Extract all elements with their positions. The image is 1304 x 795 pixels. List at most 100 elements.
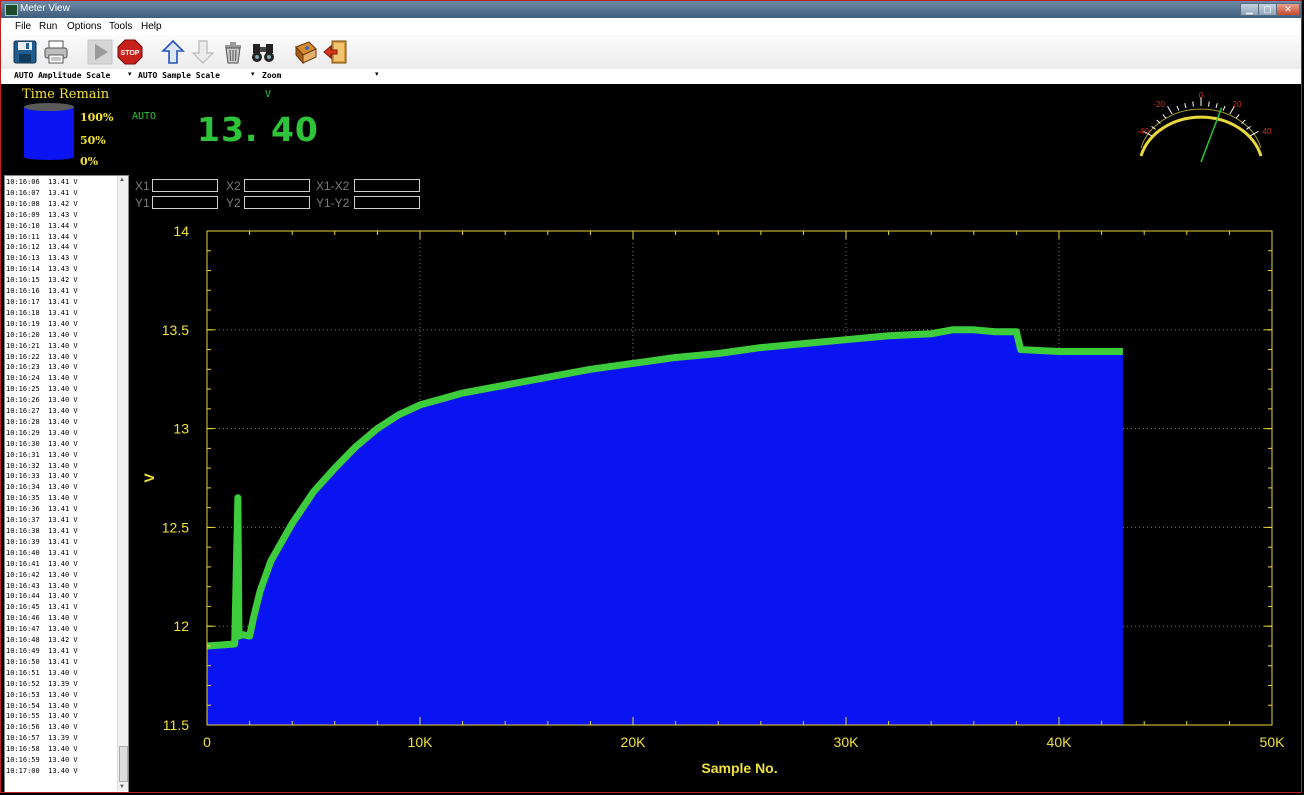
binoculars-button[interactable] xyxy=(250,39,276,65)
log-row[interactable]: 10:16:11 13.44 V xyxy=(6,232,118,243)
sample-scale-select[interactable]: AUTO Sample Scale xyxy=(138,71,220,80)
log-row[interactable]: 10:16:15 13.42 V xyxy=(6,275,118,286)
log-row[interactable]: 10:16:09 13.43 V xyxy=(6,210,118,221)
log-row[interactable]: 10:16:47 13.40 V xyxy=(6,624,118,635)
minimize-button[interactable]: ▁ xyxy=(1240,3,1259,16)
reading-log-list: 10:16:06 13.41 V 10:16:07 13.41 V 10:16:08… xyxy=(6,177,118,777)
log-row[interactable]: 10:16:29 13.40 V xyxy=(6,428,118,439)
log-row[interactable]: 10:16:50 13.41 V xyxy=(6,657,118,668)
maximize-button[interactable]: ▢ xyxy=(1258,3,1277,16)
cursor-dx-field[interactable] xyxy=(354,179,420,192)
log-row[interactable]: 10:17:00 13.40 V xyxy=(6,766,118,777)
log-row[interactable]: 10:16:13 13.43 V xyxy=(6,253,118,264)
log-row[interactable]: 10:16:24 13.40 V xyxy=(6,373,118,384)
log-row[interactable]: 10:16:23 13.40 V xyxy=(6,362,118,373)
voltage-chart[interactable]: 11.5 12 12.5 13 13.5 14 0 10K 20K 30K 40K 50K Sample… xyxy=(127,213,1297,783)
log-row[interactable]: 10:16:48 13.42 V xyxy=(6,635,118,646)
print-button[interactable] xyxy=(43,39,69,65)
x-tick-label: 50K xyxy=(1260,734,1286,750)
cursor-y2-field[interactable] xyxy=(244,196,310,209)
trash-button[interactable] xyxy=(220,39,246,65)
log-row[interactable]: 10:16:35 13.40 V xyxy=(6,493,118,504)
arrow-down-button[interactable] xyxy=(190,39,216,65)
scroll-up-icon[interactable]: ▲ xyxy=(119,177,125,183)
log-row[interactable]: 10:16:55 13.40 V xyxy=(6,711,118,722)
save-button[interactable] xyxy=(12,39,38,65)
log-row[interactable]: 10:16:21 13.40 V xyxy=(6,341,118,352)
cursor-y1-label: Y1 xyxy=(135,196,150,210)
log-row[interactable]: 10:16:39 13.41 V xyxy=(6,537,118,548)
log-row[interactable]: 10:16:25 13.40 V xyxy=(6,384,118,395)
menu-file[interactable]: File xyxy=(15,21,31,32)
log-row[interactable]: 10:16:17 13.41 V xyxy=(6,297,118,308)
log-row[interactable]: 10:16:49 13.41 V xyxy=(6,646,118,657)
menu-tools[interactable]: Tools xyxy=(109,21,132,32)
log-row[interactable]: 10:16:16 13.41 V xyxy=(6,286,118,297)
gauge-tick--40: -40 xyxy=(1137,127,1149,136)
log-row[interactable]: 10:16:44 13.40 V xyxy=(6,591,118,602)
log-row[interactable]: 10:16:59 13.40 V xyxy=(6,755,118,766)
reading-log[interactable]: 10:16:06 13.41 V 10:16:07 13.41 V 10:16:08… xyxy=(4,175,129,792)
log-row[interactable]: 10:16:27 13.40 V xyxy=(6,406,118,417)
arrow-up-button[interactable] xyxy=(160,39,186,65)
log-row[interactable]: 10:16:20 13.40 V xyxy=(6,330,118,341)
log-row[interactable]: 10:16:18 13.41 V xyxy=(6,308,118,319)
gauge-tick-mark xyxy=(1162,114,1167,119)
menu-options[interactable]: Options xyxy=(67,21,101,32)
gauge-tick-mark xyxy=(1208,101,1210,107)
close-button[interactable]: ✕ xyxy=(1276,3,1300,16)
log-row[interactable]: 10:16:54 13.40 V xyxy=(6,701,118,712)
log-row[interactable]: 10:16:53 13.40 V xyxy=(6,690,118,701)
log-row[interactable]: 10:16:31 13.40 V xyxy=(6,450,118,461)
log-row[interactable]: 10:16:30 13.40 V xyxy=(6,439,118,450)
log-row[interactable]: 10:16:58 13.40 V xyxy=(6,744,118,755)
toolbar: STOP xyxy=(1,35,1301,70)
log-row[interactable]: 10:16:45 13.41 V xyxy=(6,602,118,613)
zoom-dropdown-icon[interactable]: ▾ xyxy=(375,70,379,78)
log-row[interactable]: 10:16:06 13.41 V xyxy=(6,177,118,188)
log-row[interactable]: 10:16:41 13.40 V xyxy=(6,559,118,570)
log-row[interactable]: 10:16:19 13.40 V xyxy=(6,319,118,330)
amplitude-scale-dropdown-icon[interactable]: ▾ xyxy=(128,70,132,78)
log-row[interactable]: 10:16:08 13.42 V xyxy=(6,199,118,210)
log-row[interactable]: 10:16:33 13.40 V xyxy=(6,471,118,482)
log-row[interactable]: 10:16:51 13.40 V xyxy=(6,668,118,679)
log-row[interactable]: 10:16:34 13.40 V xyxy=(6,482,118,493)
log-row[interactable]: 10:16:43 13.40 V xyxy=(6,581,118,592)
log-row[interactable]: 10:16:36 13.41 V xyxy=(6,504,118,515)
y-tick-label: 12.5 xyxy=(162,519,189,535)
log-row[interactable]: 10:16:14 13.43 V xyxy=(6,264,118,275)
amplitude-scale-select[interactable]: AUTO Amplitude Scale xyxy=(14,71,110,80)
menu-help[interactable]: Help xyxy=(141,21,162,32)
log-row[interactable]: 10:16:26 13.40 V xyxy=(6,395,118,406)
log-row[interactable]: 10:16:12 13.44 V xyxy=(6,242,118,253)
gauge-tick-0: 0 xyxy=(1199,91,1204,100)
log-row[interactable]: 10:16:52 13.39 V xyxy=(6,679,118,690)
y-axis-label: V xyxy=(141,473,157,483)
log-row[interactable]: 10:16:22 13.40 V xyxy=(6,352,118,363)
log-row[interactable]: 10:16:42 13.40 V xyxy=(6,570,118,581)
exit-button[interactable] xyxy=(322,39,348,65)
log-row[interactable]: 10:16:56 13.40 V xyxy=(6,722,118,733)
book-button[interactable] xyxy=(293,39,319,65)
sample-scale-dropdown-icon[interactable]: ▾ xyxy=(251,70,255,78)
log-row[interactable]: 10:16:07 13.41 V xyxy=(6,188,118,199)
zoom-select[interactable]: Zoom xyxy=(262,71,281,80)
log-row[interactable]: 10:16:32 13.40 V xyxy=(6,461,118,472)
stop-button[interactable]: STOP xyxy=(117,39,143,65)
log-row[interactable]: 10:16:28 13.40 V xyxy=(6,417,118,428)
cursor-dy-field[interactable] xyxy=(354,196,420,209)
cursor-y1-field[interactable] xyxy=(152,196,218,209)
log-row[interactable]: 10:16:40 13.41 V xyxy=(6,548,118,559)
menu-run[interactable]: Run xyxy=(39,21,57,32)
log-row[interactable]: 10:16:10 13.44 V xyxy=(6,221,118,232)
log-row[interactable]: 10:16:38 13.41 V xyxy=(6,526,118,537)
log-row[interactable]: 10:16:37 13.41 V xyxy=(6,515,118,526)
gauge-tick-mark xyxy=(1235,114,1240,119)
play-button[interactable] xyxy=(87,39,113,65)
log-row[interactable]: 10:16:57 13.39 V xyxy=(6,733,118,744)
log-row[interactable]: 10:16:46 13.40 V xyxy=(6,613,118,624)
scroll-down-icon[interactable]: ▼ xyxy=(119,784,125,790)
cursor-x2-field[interactable] xyxy=(244,179,310,192)
cursor-x1-field[interactable] xyxy=(152,179,218,192)
